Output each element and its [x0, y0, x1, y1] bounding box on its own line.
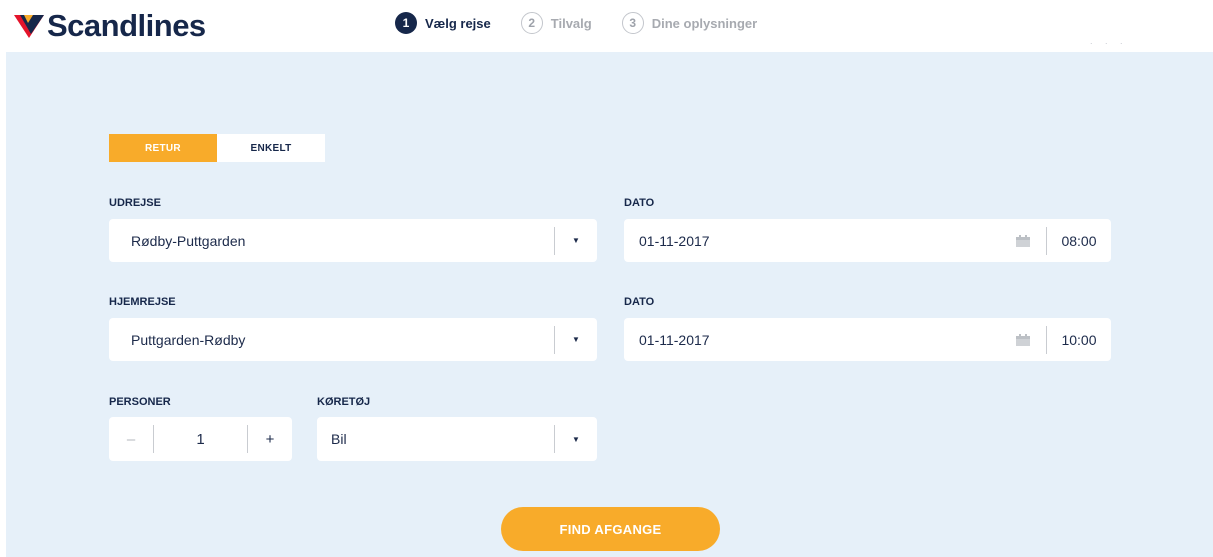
- return-date-value: 01-11-2017: [639, 331, 710, 348]
- step-2-label: Tilvalg: [550, 15, 592, 31]
- outbound-route-value: Rødby-Puttgarden: [131, 232, 246, 249]
- step-1-number: 1: [395, 12, 417, 34]
- caret-down-icon[interactable]: ▼: [555, 236, 597, 245]
- trip-type-toggle: RETUR ENKELT: [109, 134, 325, 162]
- logo-mark-icon: [14, 15, 44, 38]
- find-departures-button[interactable]: FIND AFGANGE: [501, 507, 720, 551]
- faint-dots-decoration: . . .: [1090, 36, 1128, 46]
- return-date-field[interactable]: 01-11-2017 10:00: [624, 318, 1111, 361]
- vehicle-label: KØRETØJ: [317, 396, 371, 408]
- persons-value[interactable]: 1: [154, 431, 247, 448]
- step-3[interactable]: 3 Dine oplysninger: [621, 12, 758, 34]
- increment-button[interactable]: +: [248, 431, 292, 448]
- return-time-value[interactable]: 10:00: [1047, 332, 1111, 348]
- return-label: HJEMREJSE: [109, 296, 176, 308]
- progress-steps: 1 Vælg rejse 2 Tilvalg 3 Dine oplysninge…: [395, 12, 787, 34]
- decrement-button[interactable]: –: [109, 431, 153, 448]
- step-3-label: Dine oplysninger: [651, 15, 758, 31]
- persons-stepper: – 1 +: [109, 417, 292, 461]
- logo-text: Scandlines: [47, 8, 206, 43]
- outbound-route-select[interactable]: Rødby-Puttgarden ▼: [109, 219, 597, 262]
- outbound-date-label: DATO: [624, 197, 655, 209]
- calendar-icon[interactable]: [1000, 333, 1046, 346]
- outbound-time-value[interactable]: 08:00: [1047, 233, 1111, 249]
- return-route-select[interactable]: Puttgarden-Rødby ▼: [109, 318, 597, 361]
- retur-button[interactable]: RETUR: [109, 134, 217, 162]
- return-route-value: Puttgarden-Rødby: [131, 331, 246, 348]
- vehicle-value: Bil: [331, 431, 347, 447]
- outbound-date-field[interactable]: 01-11-2017 08:00: [624, 219, 1111, 262]
- step-1[interactable]: 1 Vælg rejse: [395, 12, 491, 34]
- step-2[interactable]: 2 Tilvalg: [520, 12, 592, 34]
- step-2-number: 2: [520, 12, 543, 34]
- scandlines-logo[interactable]: Scandlines: [14, 6, 206, 46]
- step-1-label: Vælg rejse: [425, 15, 491, 31]
- vehicle-select[interactable]: Bil ▼: [317, 417, 597, 461]
- enkelt-button[interactable]: ENKELT: [217, 134, 325, 162]
- step-3-number: 3: [621, 12, 644, 34]
- persons-label: PERSONER: [109, 396, 171, 408]
- caret-down-icon[interactable]: ▼: [555, 335, 597, 344]
- outbound-date-value: 01-11-2017: [639, 232, 710, 249]
- header: Scandlines 1 Vælg rejse 2 Tilvalg 3 Dine…: [0, 0, 1213, 52]
- return-date-label: DATO: [624, 296, 655, 308]
- calendar-icon[interactable]: [1000, 234, 1046, 247]
- booking-panel: [6, 52, 1213, 557]
- outbound-label: UDREJSE: [109, 197, 161, 209]
- caret-down-icon[interactable]: ▼: [555, 435, 597, 444]
